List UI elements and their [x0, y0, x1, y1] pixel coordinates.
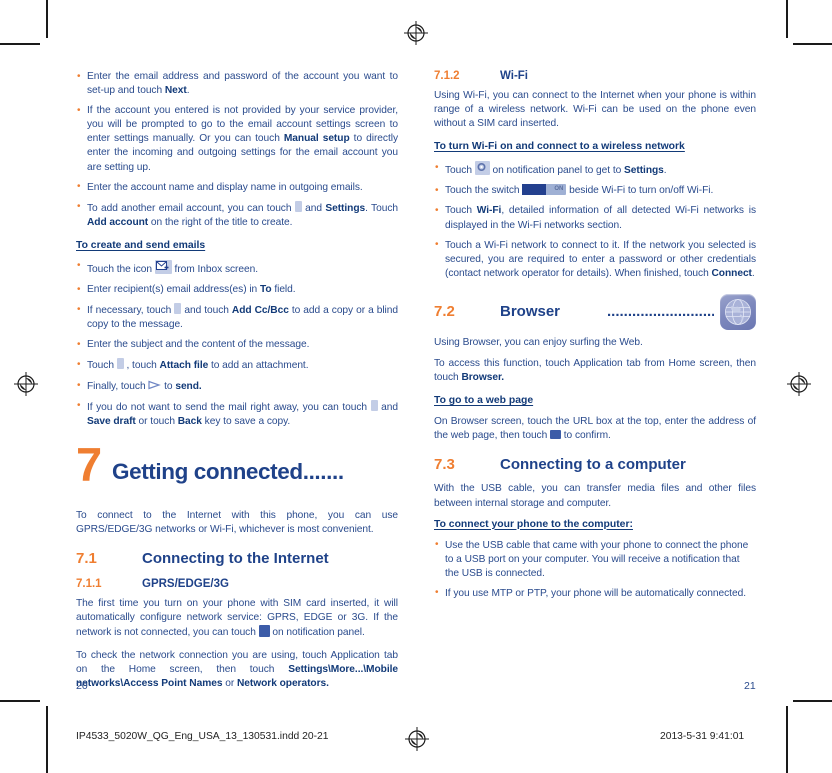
list-item: To add another email account, you can to…: [76, 200, 398, 230]
overflow-menu-icon: [370, 399, 378, 411]
list-item: Touch Wi-Fi, detailed information of all…: [434, 204, 756, 232]
crop-mark-top-right-h: [793, 43, 832, 45]
signal-icon: [258, 625, 270, 638]
heading-7-1-2-title: Wi-Fi: [500, 70, 528, 82]
list-item: Enter the subject and the content of the…: [76, 338, 398, 352]
paragraph-gprs-first-time: The first time you turn on your phone wi…: [76, 597, 398, 639]
chapter-heading: 7 Getting connected.......: [76, 441, 398, 495]
footer-filename: IP4533_5020W_QG_Eng_USA_13_130531.indd 2…: [76, 731, 329, 742]
left-page-content: Enter the email address and password of …: [76, 69, 398, 701]
paragraph-url-box: On Browser screen, touch the URL box at …: [434, 416, 756, 442]
list-item: Enter recipient(s) email address(es) in …: [76, 283, 398, 297]
heading-7-1-1: 7.1.1 GPRS/EDGE/3G: [76, 578, 398, 590]
send-icon: [148, 380, 162, 391]
list-item: If you use MTP or PTP, your phone will b…: [434, 586, 756, 601]
registration-mark-left: [13, 371, 39, 397]
crop-mark-top-right-v: [786, 0, 788, 38]
crop-mark-bottom-left-h: [0, 700, 40, 702]
wifi-bullet-list: Touch on notification panel to get to Se…: [434, 161, 756, 281]
paragraph-browser-access: To access this function, touch Applicati…: [434, 358, 756, 384]
registration-mark-footer: [404, 726, 430, 752]
page-number-right: 21: [744, 680, 756, 692]
heading-7-1-number: 7.1: [76, 549, 97, 567]
heading-7-1-1-title: GPRS/EDGE/3G: [142, 577, 229, 590]
email-setup-bullet-list: Enter the email address and password of …: [76, 69, 398, 230]
compose-email-icon: [154, 259, 172, 274]
subheading-connect-phone-to-computer: To connect your phone to the computer:: [434, 518, 633, 530]
heading-7-3-title: Connecting to a computer: [500, 456, 686, 474]
heading-7-1-1-number: 7.1.1: [76, 577, 102, 590]
subheading-go-to-web-page: To go to a web page: [434, 395, 534, 407]
footer-datetime: 2013-5-31 9:41:01: [660, 731, 745, 742]
list-item: Touch a Wi-Fi network to connect to it. …: [434, 238, 756, 281]
list-item: Enter the account name and display name …: [76, 180, 398, 195]
chapter-number: 7: [76, 437, 102, 491]
list-item: If you do not want to send the mail righ…: [76, 399, 398, 429]
heading-7-2-title: Browser: [500, 303, 561, 321]
crop-mark-bottom-left-v: [46, 706, 48, 773]
printed-page-spread: Enter the email address and password of …: [0, 0, 832, 773]
list-item: If the account you entered is not provid…: [76, 104, 398, 174]
settings-gear-icon: [474, 161, 490, 176]
heading-7-1: 7.1 Connecting to the Internet: [76, 550, 398, 567]
list-item: Touch the switch ON beside Wi-Fi to turn…: [434, 184, 756, 198]
subheading-create-send-emails: To create and send emails: [76, 239, 206, 251]
subheading-turn-wifi-on: To turn Wi-Fi on and connect to a wirele…: [434, 141, 685, 153]
connect-computer-bullet-list: Use the USB cable that came with your ph…: [434, 538, 756, 601]
crop-mark-bottom-right-v: [786, 706, 788, 773]
list-item: If necessary, touch and touch Add Cc/Bcc…: [76, 303, 398, 332]
heading-7-2: 7.2 Browser ............................…: [434, 293, 756, 330]
go-button-icon: [550, 430, 561, 440]
heading-7-3: 7.3 Connecting to a computer: [434, 456, 756, 473]
heading-7-1-title: Connecting to the Internet: [142, 549, 329, 567]
wifi-toggle-switch: ON: [522, 184, 567, 196]
heading-7-1-2: 7.1.2 Wi-Fi: [434, 70, 756, 82]
page-number-left: 20: [76, 680, 88, 692]
registration-mark-right: [786, 371, 812, 397]
create-send-bullet-list: Touch the icon from Inbox screen. Enter …: [76, 259, 398, 429]
right-page-content: 7.1.2 Wi-Fi Using Wi-Fi, you can connect…: [434, 70, 756, 610]
crop-mark-bottom-right-h: [793, 700, 832, 702]
heading-7-1-2-number: 7.1.2: [434, 70, 460, 82]
registration-mark-top: [403, 20, 429, 46]
paragraph-browser-intro: Using Browser, you can enjoy surfing the…: [434, 336, 643, 348]
crop-mark-top-left-v: [46, 0, 48, 38]
overflow-menu-icon: [294, 200, 302, 212]
chapter-title: Getting connected.......: [112, 458, 344, 484]
chapter-intro-paragraph: To connect to the Internet with this pho…: [76, 509, 398, 535]
list-item: Touch on notification panel to get to Se…: [434, 161, 756, 178]
list-item: Use the USB cable that came with your ph…: [434, 538, 756, 581]
heading-7-3-number: 7.3: [434, 456, 455, 474]
paragraph-usb-transfer: With the USB cable, you can transfer med…: [434, 483, 756, 509]
paragraph-check-network: To check the network connection you are …: [76, 650, 398, 690]
list-item: Finally, touch to send.: [76, 379, 398, 394]
list-item: Touch , touch Attach file to add an atta…: [76, 358, 398, 373]
list-item: Touch the icon from Inbox screen.: [76, 259, 398, 277]
overflow-menu-icon: [174, 303, 182, 315]
list-item: Enter the email address and password of …: [76, 69, 398, 98]
heading-7-2-number: 7.2: [434, 303, 455, 321]
paragraph-wifi-intro: Using Wi-Fi, you can connect to the Inte…: [434, 90, 756, 130]
browser-globe-icon: [720, 293, 756, 330]
overflow-menu-icon: [116, 358, 124, 370]
heading-7-2-dot-leader: ........................................: [607, 303, 714, 321]
crop-mark-top-left-h: [0, 43, 40, 45]
